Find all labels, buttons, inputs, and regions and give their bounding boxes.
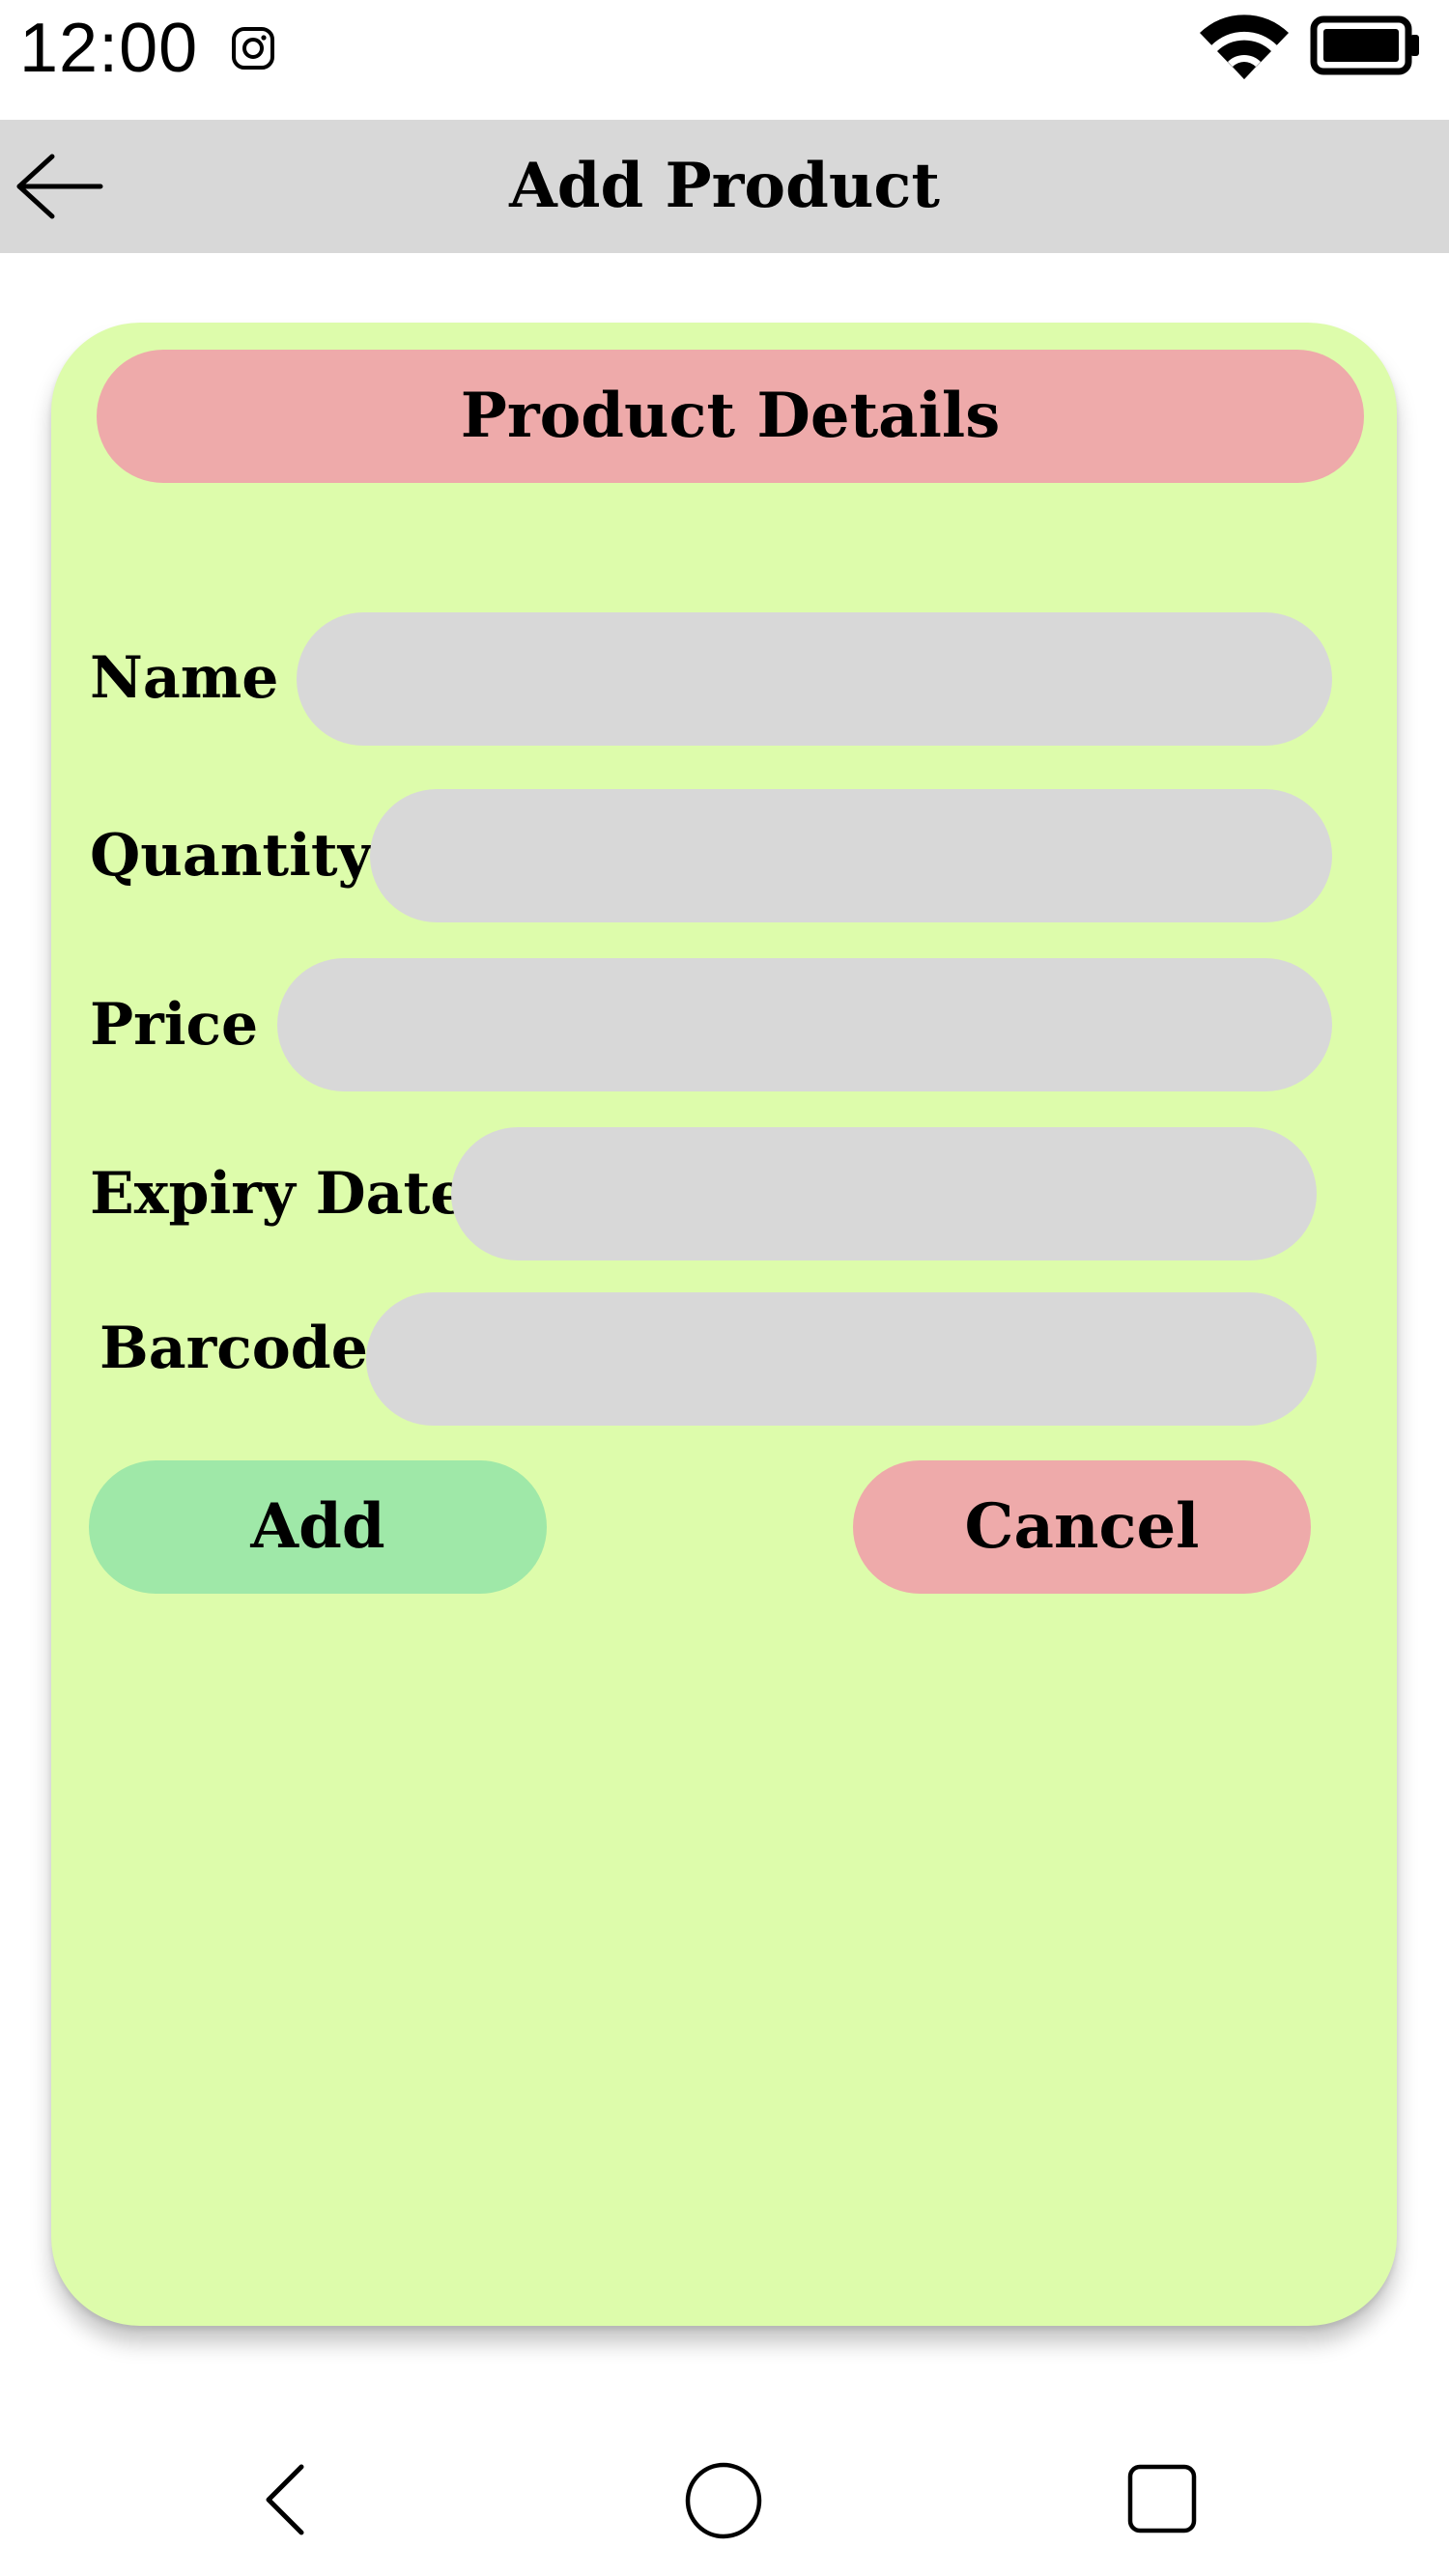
navigation-bar — [0, 2434, 1449, 2576]
back-triangle-icon[interactable] — [259, 2461, 313, 2538]
price-input[interactable] — [277, 958, 1332, 1091]
cancel-button[interactable]: Cancel — [853, 1460, 1311, 1594]
product-details-header: Product Details — [97, 350, 1364, 483]
expiry-date-label: Expiry Date — [90, 1160, 468, 1228]
product-form-card: Product Details Name Quantity Price Expi… — [51, 323, 1397, 2326]
home-circle-icon[interactable] — [684, 2461, 763, 2540]
app-bar: Add Product — [0, 120, 1449, 253]
battery-icon — [1310, 15, 1419, 75]
arrow-left-icon[interactable] — [14, 149, 106, 224]
page-title: Add Product — [509, 150, 940, 222]
name-input[interactable] — [297, 612, 1332, 746]
name-label: Name — [90, 644, 279, 712]
barcode-input[interactable] — [366, 1292, 1317, 1426]
quantity-label: Quantity — [90, 822, 372, 890]
status-time: 12:00 — [19, 10, 199, 87]
add-button[interactable]: Add — [89, 1460, 547, 1594]
price-label: Price — [90, 991, 259, 1059]
wifi-icon — [1200, 14, 1289, 79]
quantity-input[interactable] — [370, 789, 1332, 922]
expiry-date-input[interactable] — [451, 1127, 1317, 1260]
status-bar: 12:00 — [0, 0, 1449, 120]
instagram-icon — [232, 27, 274, 70]
recents-square-icon[interactable] — [1126, 2463, 1198, 2534]
barcode-label: Barcode — [99, 1315, 368, 1382]
